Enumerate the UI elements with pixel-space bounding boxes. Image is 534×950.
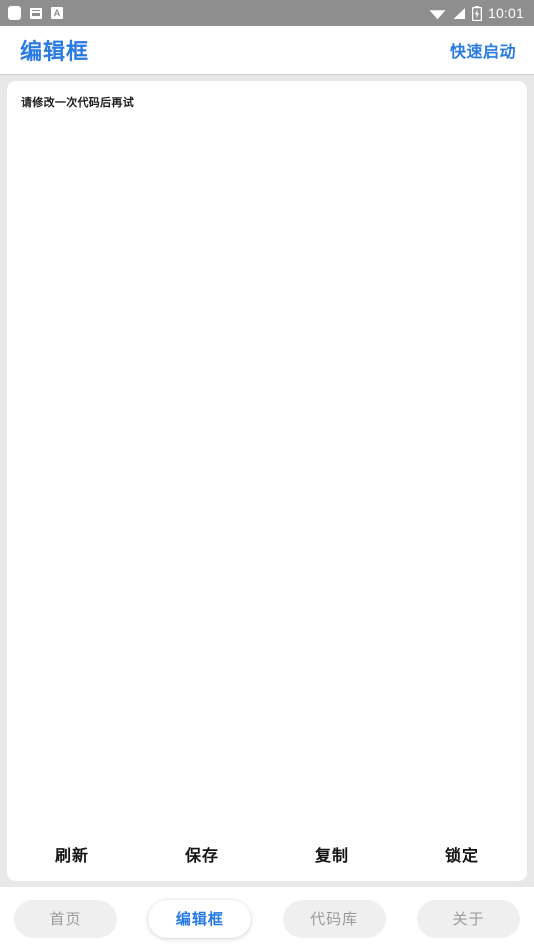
status-bar-clock: 10:01 bbox=[487, 5, 524, 21]
editor-text: 请修改一次代码后再试 bbox=[21, 97, 134, 109]
status-bar-right-icons: 10:01 bbox=[429, 5, 524, 21]
refresh-button[interactable]: 刷新 bbox=[7, 842, 137, 866]
app-root: A 10:01 编辑框 快速启动 请修改一次代码后再试 刷新 保存 复制 锁定 … bbox=[0, 0, 534, 950]
app-header: 编辑框 快速启动 bbox=[0, 26, 534, 75]
page-title: 编辑框 bbox=[20, 39, 90, 64]
battery-charging-icon bbox=[471, 5, 482, 21]
page-body: 请修改一次代码后再试 刷新 保存 复制 锁定 bbox=[0, 75, 534, 881]
action-row: 刷新 保存 复制 锁定 bbox=[7, 831, 527, 881]
tab-about[interactable]: 关于 bbox=[416, 899, 520, 938]
editor-area[interactable]: 请修改一次代码后再试 bbox=[7, 81, 527, 831]
tab-editor[interactable]: 编辑框 bbox=[148, 899, 252, 938]
bottom-tab-bar: 首页 编辑框 代码库 关于 bbox=[0, 887, 534, 950]
sim-card-icon bbox=[30, 7, 42, 19]
signal-icon bbox=[453, 7, 465, 19]
status-bar-left-icons: A bbox=[8, 6, 63, 20]
font-a-icon: A bbox=[51, 7, 63, 19]
status-bar: A 10:01 bbox=[0, 0, 534, 26]
tab-code-library[interactable]: 代码库 bbox=[282, 899, 386, 938]
lock-button[interactable]: 锁定 bbox=[397, 842, 527, 866]
editor-card: 请修改一次代码后再试 刷新 保存 复制 锁定 bbox=[7, 81, 527, 881]
tab-home[interactable]: 首页 bbox=[14, 899, 117, 938]
quick-launch-button[interactable]: 快速启动 bbox=[450, 38, 516, 62]
app-square-icon bbox=[8, 6, 21, 20]
wifi-icon bbox=[429, 9, 446, 19]
copy-button[interactable]: 复制 bbox=[267, 842, 397, 866]
save-button[interactable]: 保存 bbox=[137, 842, 267, 866]
